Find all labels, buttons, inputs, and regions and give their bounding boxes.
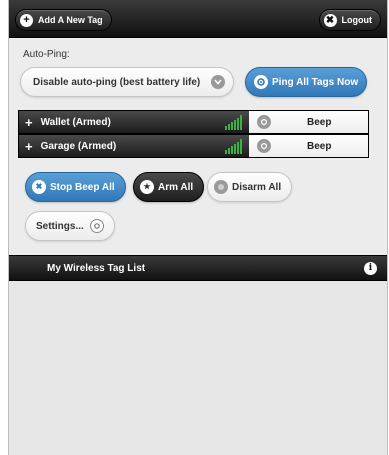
- tag-item[interactable]: + Wallet (Armed): [19, 111, 249, 133]
- tag-list-title: My Wireless Tag List: [47, 262, 146, 274]
- tag-name: Garage (Armed): [40, 140, 117, 152]
- arm-all-label: Arm All: [158, 181, 194, 193]
- settings-label: Settings...: [36, 220, 84, 232]
- settings-button[interactable]: Settings...: [25, 211, 115, 241]
- disarm-all-button[interactable]: Disarm All: [207, 172, 293, 202]
- stop-beep-label: Stop Beep All: [50, 181, 115, 193]
- logout-label: Logout: [341, 15, 373, 25]
- add-tag-button[interactable]: + Add A New Tag: [15, 9, 112, 31]
- signal-strength-icon: [225, 115, 242, 130]
- stop-beep-all-button[interactable]: ✖ Stop Beep All: [25, 172, 126, 202]
- beep-icon: [257, 115, 271, 129]
- arm-all-button[interactable]: ★ Arm All: [133, 172, 205, 202]
- info-icon[interactable]: i: [364, 262, 377, 275]
- tag-list-content: [9, 281, 387, 455]
- disarm-all-label: Disarm All: [232, 181, 282, 193]
- ping-all-button[interactable]: Ping All Tags Now: [245, 67, 367, 97]
- star-icon: ★: [140, 180, 154, 194]
- top-toolbar: + Add A New Tag ✖ Logout: [9, 0, 387, 38]
- chevron-down-icon: [211, 75, 225, 89]
- close-icon: ✖: [32, 180, 46, 194]
- logout-button[interactable]: ✖ Logout: [318, 9, 381, 31]
- add-tag-label: Add A New Tag: [38, 15, 103, 25]
- plus-icon: +: [20, 13, 33, 27]
- beep-label: Beep: [307, 116, 332, 128]
- ping-icon: [254, 75, 268, 89]
- tag-name: Wallet (Armed): [40, 116, 111, 128]
- plus-icon: +: [25, 114, 33, 130]
- tag-item[interactable]: + Garage (Armed): [19, 135, 249, 157]
- app-frame: + Add A New Tag ✖ Logout Auto-Ping: Disa…: [8, 0, 388, 455]
- autoping-select[interactable]: Disable auto-ping (best battery life): [20, 67, 234, 97]
- beep-button[interactable]: Beep: [249, 111, 368, 133]
- plus-icon: +: [25, 138, 33, 154]
- tag-row: + Garage (Armed) Beep: [18, 134, 369, 158]
- ping-all-label: Ping All Tags Now: [272, 76, 359, 88]
- signal-strength-icon: [225, 139, 242, 154]
- beep-icon: [257, 139, 271, 153]
- beep-label: Beep: [307, 140, 332, 152]
- autoping-selected-value: Disable auto-ping (best battery life): [33, 76, 201, 88]
- close-icon: ✖: [323, 13, 337, 27]
- beep-button[interactable]: Beep: [249, 135, 368, 157]
- disarm-icon: [214, 180, 228, 194]
- tag-row: + Wallet (Armed) Beep: [18, 110, 369, 134]
- autoping-label: Auto-Ping:: [23, 49, 70, 60]
- gear-icon: [89, 219, 104, 233]
- tag-list-header: My Wireless Tag List i: [9, 255, 387, 281]
